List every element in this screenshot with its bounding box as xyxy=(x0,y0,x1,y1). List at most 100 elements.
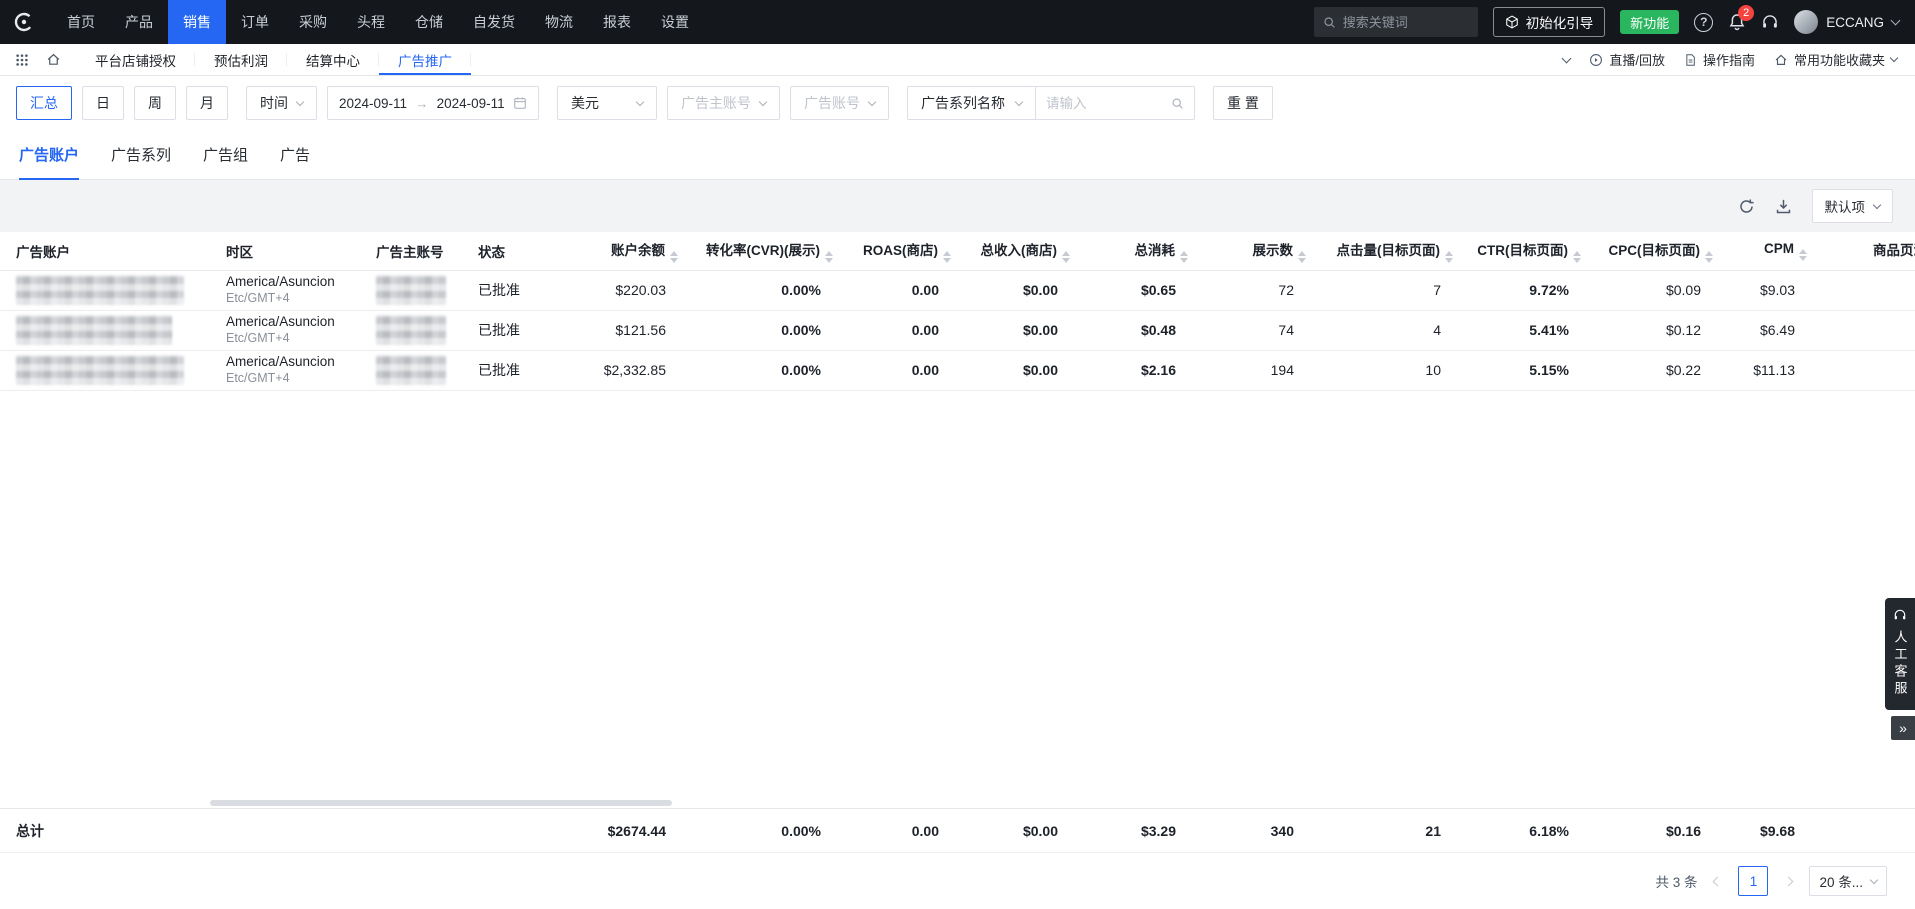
roas-value: 0.00 xyxy=(841,270,959,310)
scrollbar-thumb[interactable] xyxy=(210,800,672,806)
menu-item-products[interactable]: 产品 xyxy=(110,0,168,44)
col-header-cpc: CPC(目标页面) xyxy=(1589,232,1721,270)
tab-settlement-center[interactable]: 结算中心 xyxy=(287,44,379,75)
subtab-ad[interactable]: 广告 xyxy=(280,130,310,179)
sort-icon[interactable] xyxy=(1573,251,1581,263)
menu-item-logistics[interactable]: 物流 xyxy=(530,0,588,44)
sort-icon[interactable] xyxy=(1445,251,1453,263)
total-balance: $2674.44 xyxy=(556,809,686,853)
customer-service-button[interactable]: 人工客服 xyxy=(1885,598,1915,710)
menu-item-sales[interactable]: 销售 xyxy=(168,0,226,44)
global-search[interactable] xyxy=(1314,7,1478,37)
main-menu: 首页 产品 销售 订单 采购 头程 仓储 自发货 物流 报表 设置 xyxy=(52,0,704,44)
keyword-search-input[interactable] xyxy=(1046,96,1156,111)
download-icon[interactable] xyxy=(1775,198,1792,215)
time-dimension-select[interactable]: 时间 xyxy=(246,86,317,120)
clicks-value: 4 xyxy=(1314,310,1461,350)
redacted-advertiser-id xyxy=(376,275,446,305)
menu-item-purchasing[interactable]: 采购 xyxy=(284,0,342,44)
operation-guide-link[interactable]: 操作指南 xyxy=(1684,50,1755,69)
column-preset-button[interactable]: 默认项 xyxy=(1812,189,1894,223)
sort-icon[interactable] xyxy=(825,251,833,263)
campaign-field-select[interactable]: 广告系列名称 xyxy=(907,86,1036,120)
sort-icon[interactable] xyxy=(1298,251,1306,263)
account-menu[interactable]: ECCANG xyxy=(1794,10,1899,34)
chevron-down-icon xyxy=(759,97,767,105)
product-page-views-value xyxy=(1815,310,1915,350)
tab-list-dropdown-icon[interactable] xyxy=(1563,58,1570,62)
tab-platform-store-auth[interactable]: 平台店铺授权 xyxy=(76,44,195,75)
advertiser-account-select[interactable]: 广告主账号 xyxy=(667,86,780,120)
ad-accounts-table: 广告账户 时区 广告主账号 状态 账户余额 转化率(CVR)(展示) ROAS(… xyxy=(0,232,1915,391)
revenue-value: $0.00 xyxy=(959,270,1078,310)
total-cvr: 0.00% xyxy=(686,809,841,853)
play-circle-icon xyxy=(1589,53,1603,67)
ctr-value: 5.15% xyxy=(1461,350,1589,390)
subtab-ad-group[interactable]: 广告组 xyxy=(203,130,248,179)
day-filter-button[interactable]: 日 xyxy=(82,86,124,120)
sort-icon[interactable] xyxy=(943,251,951,263)
menu-item-reports[interactable]: 报表 xyxy=(588,0,646,44)
month-filter-button[interactable]: 月 xyxy=(186,86,228,120)
tab-ad-promotion[interactable]: 广告推广 xyxy=(379,44,471,75)
ad-account-select[interactable]: 广告账号 xyxy=(790,86,889,120)
notification-bell-icon[interactable]: 2 xyxy=(1728,13,1746,31)
subtab-ad-campaign[interactable]: 广告系列 xyxy=(111,130,171,179)
next-page-button[interactable] xyxy=(1781,874,1796,889)
top-navigation-bar: 首页 产品 销售 订单 采购 头程 仓储 自发货 物流 报表 设置 初始化引导 … xyxy=(0,0,1915,44)
redacted-account-name xyxy=(16,275,184,305)
week-filter-button[interactable]: 周 xyxy=(134,86,176,120)
tab-estimated-profit[interactable]: 预估利润 xyxy=(195,44,287,75)
chevron-down-icon xyxy=(1873,200,1881,208)
reset-button[interactable]: 重 置 xyxy=(1213,86,1273,120)
menu-item-warehouse[interactable]: 仓储 xyxy=(400,0,458,44)
previous-page-button[interactable] xyxy=(1710,874,1725,889)
sort-icon[interactable] xyxy=(1799,249,1807,261)
current-page-button[interactable]: 1 xyxy=(1738,866,1768,896)
new-feature-button[interactable]: 新功能 xyxy=(1620,10,1679,34)
headset-icon[interactable] xyxy=(1761,13,1779,31)
help-icon[interactable]: ? xyxy=(1694,13,1713,32)
redacted-advertiser-id xyxy=(376,355,446,385)
cpm-value: $9.03 xyxy=(1721,270,1815,310)
refresh-icon[interactable] xyxy=(1738,198,1755,215)
keyword-search-field[interactable] xyxy=(1035,86,1195,120)
total-clicks: 21 xyxy=(1314,809,1461,853)
init-guide-button[interactable]: 初始化引导 xyxy=(1493,7,1606,37)
horizontal-scrollbar[interactable] xyxy=(0,798,1915,808)
menu-item-first-leg[interactable]: 头程 xyxy=(342,0,400,44)
total-ctr: 6.18% xyxy=(1461,809,1589,853)
spend-value: $0.65 xyxy=(1078,270,1196,310)
page-size-select[interactable]: 20 条... xyxy=(1809,866,1887,896)
ctr-value: 9.72% xyxy=(1461,270,1589,310)
impressions-value: 74 xyxy=(1196,310,1314,350)
sort-icon[interactable] xyxy=(670,251,678,263)
subtab-ad-account[interactable]: 广告账户 xyxy=(19,130,79,179)
sort-icon[interactable] xyxy=(1180,251,1188,263)
favorites-menu[interactable]: 常用功能收藏夹 xyxy=(1774,50,1897,69)
global-search-input[interactable] xyxy=(1343,15,1469,30)
date-range-picker[interactable]: 2024-09-11 → 2024-09-11 xyxy=(327,86,539,120)
live-replay-link[interactable]: 直播/回放 xyxy=(1589,50,1665,69)
apps-grid-icon[interactable] xyxy=(15,53,29,67)
menu-item-home[interactable]: 首页 xyxy=(52,0,110,44)
timezone-offset: Etc/GMT+4 xyxy=(226,331,344,346)
app-logo[interactable] xyxy=(0,11,48,33)
timezone-offset: Etc/GMT+4 xyxy=(226,371,344,386)
menu-item-settings[interactable]: 设置 xyxy=(646,0,704,44)
summary-filter-button[interactable]: 汇总 xyxy=(16,86,72,120)
menu-item-self-delivery[interactable]: 自发货 xyxy=(458,0,530,44)
favorites-home-icon xyxy=(1774,53,1788,67)
page-size-value: 20 条... xyxy=(1819,871,1863,891)
menu-item-orders[interactable]: 订单 xyxy=(226,0,284,44)
cpc-value: $0.22 xyxy=(1589,350,1721,390)
collapse-sidebar-button[interactable]: » xyxy=(1891,716,1915,740)
home-icon[interactable] xyxy=(46,52,61,67)
ctr-value: 5.41% xyxy=(1461,310,1589,350)
sort-icon[interactable] xyxy=(1705,251,1713,263)
currency-select[interactable]: 美元 xyxy=(557,86,657,120)
total-revenue: $0.00 xyxy=(959,809,1078,853)
sort-icon[interactable] xyxy=(1062,251,1070,263)
tabbar-right-section: 直播/回放 操作指南 常用功能收藏夹 xyxy=(1563,44,1915,75)
revenue-value: $0.00 xyxy=(959,350,1078,390)
